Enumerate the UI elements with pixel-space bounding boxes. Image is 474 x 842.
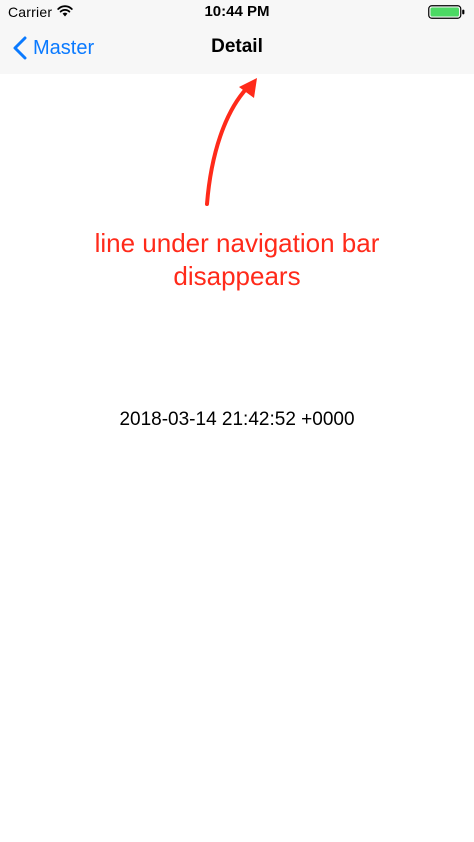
annotation-line-1: line under navigation bar xyxy=(94,228,380,258)
arrow-up-icon xyxy=(205,78,257,206)
battery-icon xyxy=(428,5,465,19)
status-time: 10:44 PM xyxy=(204,3,270,20)
detail-description-label: 2018-03-14 21:42:52 +0000 xyxy=(119,409,355,430)
nav-title: Detail xyxy=(211,36,263,57)
status-bar: Carrier 10:44 PM xyxy=(0,0,474,24)
navigation-bar: Master Detail xyxy=(0,24,474,74)
annotation-line-2: disappears xyxy=(173,261,301,291)
annotation-text: line under navigation bar disappears xyxy=(0,227,474,293)
